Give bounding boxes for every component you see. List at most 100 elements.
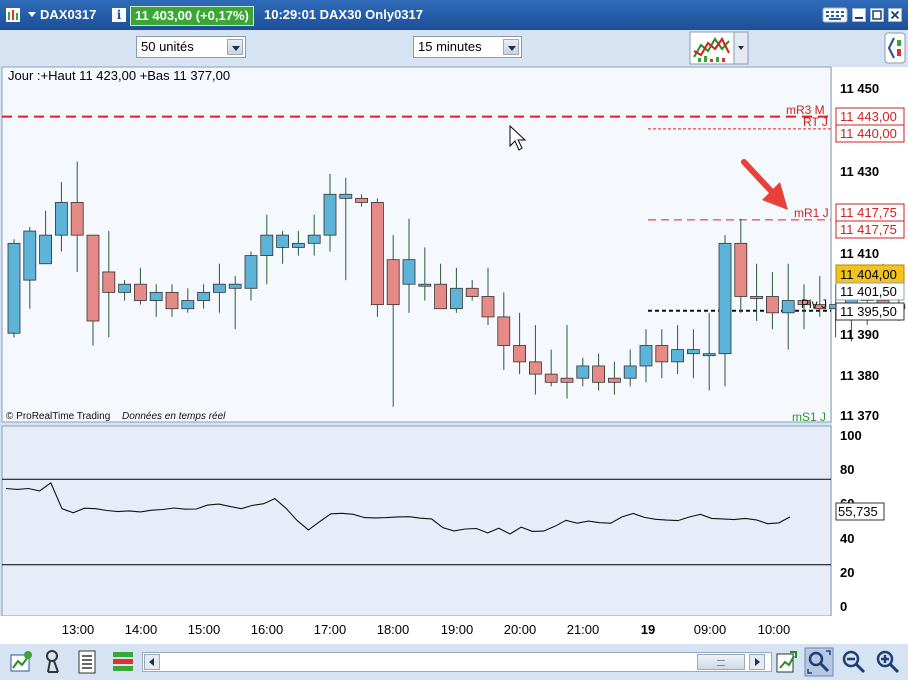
candle-body: [70, 202, 84, 236]
candle-body: [307, 234, 321, 244]
candle-body: [781, 300, 795, 314]
info-icon[interactable]: i: [112, 8, 126, 22]
chevron-down-icon[interactable]: [227, 39, 243, 55]
price-panel[interactable]: [1, 66, 832, 423]
x-tick-label: 15:00: [188, 622, 221, 637]
candle-body: [687, 349, 700, 355]
scroll-thumb[interactable]: [697, 654, 745, 670]
candle-body: [118, 283, 131, 293]
candle-body: [7, 242, 21, 334]
auto-scroll-icon[interactable]: [774, 648, 798, 676]
candle-body: [465, 287, 479, 297]
units-select-value: 50 unités: [141, 39, 194, 54]
candle-body: [244, 255, 258, 289]
chevron-left-icon: [149, 658, 154, 666]
y-tick-label: 11 430: [840, 164, 879, 179]
indicator-panel[interactable]: [1, 425, 832, 617]
chevron-down-icon[interactable]: [503, 39, 519, 55]
keyboard-icon[interactable]: [822, 6, 848, 24]
x-tick-label: 17:00: [314, 622, 347, 637]
ind-tick-label: 40: [840, 531, 854, 546]
candle-body: [370, 202, 384, 306]
y-tick-label: 11 390: [840, 327, 879, 342]
ms1-label: mS1 J: [792, 410, 826, 424]
list-settings-icon[interactable]: [76, 649, 100, 675]
candle-body: [291, 242, 305, 248]
candle-body: [212, 283, 226, 293]
title-bar: DAX0317 i 11 403,00 (+0,17%) 10:29:01 DA…: [0, 0, 908, 30]
chart-app-icon: [6, 8, 20, 22]
ind-tick-label: 100: [840, 428, 862, 443]
drawing-tool-icon[interactable]: [42, 649, 66, 675]
x-tick-label: 14:00: [125, 622, 158, 637]
scroll-left-button[interactable]: [144, 654, 160, 670]
candle-body: [734, 242, 748, 297]
period-select[interactable]: 15 minutes: [413, 36, 522, 58]
indicators-icon[interactable]: [110, 649, 136, 675]
units-select[interactable]: 50 unités: [136, 36, 246, 58]
chart-style-button[interactable]: [689, 31, 749, 65]
mr3-value: 11 443,00: [840, 109, 897, 124]
y-tick-label: 11 370: [840, 408, 879, 423]
title-dropdown-icon[interactable]: [28, 12, 36, 17]
rt-value: 11 440,00: [840, 126, 897, 141]
close-icon[interactable]: [888, 8, 902, 22]
candle-body: [544, 373, 558, 383]
side-panel-toggle-icon[interactable]: [884, 32, 906, 64]
candle-body: [386, 259, 400, 306]
candle-body: [497, 316, 511, 346]
zoom-out-icon[interactable]: [840, 648, 868, 676]
x-tick-label: 20:00: [504, 622, 537, 637]
x-tick-label: 13:00: [62, 622, 95, 637]
x-tick-label: 19:00: [441, 622, 474, 637]
x-tick-label: 09:00: [694, 622, 727, 637]
candle-body: [165, 291, 179, 310]
y-tick-label: 11 380: [840, 368, 879, 383]
zoom-in-icon[interactable]: [874, 648, 902, 676]
candle-body: [529, 361, 542, 375]
chevron-right-icon: [755, 658, 760, 666]
symbol-label: DAX0317: [40, 7, 97, 22]
candle-body: [671, 349, 684, 363]
open-price-value: 11 401,50: [840, 284, 897, 299]
y-tick-label: 11 410: [840, 246, 879, 261]
candle-body: [560, 377, 574, 383]
x-tick-label: 18:00: [377, 622, 410, 637]
x-tick-label: 21:00: [567, 622, 600, 637]
app-window: DAX0317 i 11 403,00 (+0,17%) 10:29:01 DA…: [0, 0, 908, 680]
price-badge: 11 403,00 (+0,17%): [130, 6, 254, 26]
scroll-right-button[interactable]: [749, 654, 765, 670]
candle-body: [339, 193, 353, 199]
candle-body: [197, 291, 211, 301]
candle-body: [55, 202, 68, 236]
minimize-icon[interactable]: [852, 8, 866, 22]
candle-body: [149, 291, 163, 301]
ind-tick-label: 0: [840, 599, 847, 614]
zoom-fit-icon[interactable]: [804, 647, 834, 677]
trade-chart-icon[interactable]: [8, 649, 34, 675]
chart-toolbar: 50 unités 15 minutes: [0, 30, 908, 66]
x-tick-label: 16:00: [251, 622, 284, 637]
ind-tick-label: 80: [840, 462, 854, 477]
bottom-toolbar: [0, 644, 908, 680]
candle-body: [608, 377, 621, 383]
candle-body: [639, 345, 653, 367]
x-tick-label: 19: [641, 622, 655, 637]
candle-body: [402, 259, 416, 285]
candle-body: [276, 234, 290, 248]
candle-body: [133, 283, 147, 301]
rt-label: RT J: [803, 115, 828, 129]
brand-label: © ProRealTime Trading: [6, 411, 110, 422]
candle-body: [418, 283, 432, 287]
y-tick-label: 11 450: [840, 81, 879, 96]
candle-body: [181, 300, 195, 310]
candle-body: [576, 365, 590, 379]
candle-body: [434, 283, 448, 310]
candle-body: [623, 365, 637, 379]
piv-label: Piv J: [801, 297, 827, 311]
last-price-value: 11 404,00: [840, 267, 897, 282]
maximize-icon[interactable]: [870, 8, 884, 22]
chart-area[interactable]: Jour :+Haut 11 423,00 +Bas 11 377,00 © P…: [0, 66, 908, 644]
horizontal-scrollbar[interactable]: [142, 652, 772, 672]
candle-body: [513, 345, 526, 363]
